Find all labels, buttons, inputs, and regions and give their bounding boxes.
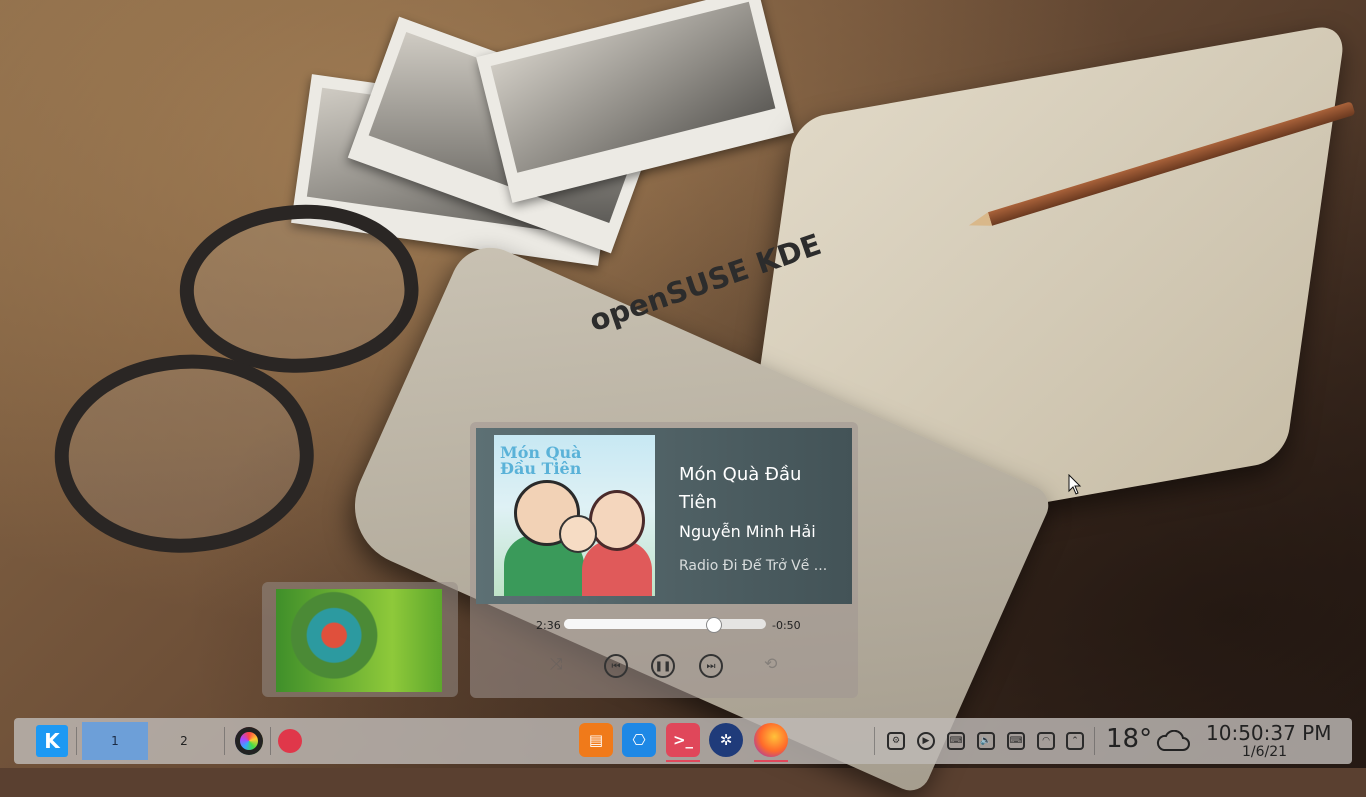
record-icon[interactable]	[278, 729, 302, 753]
chameleon-picture	[276, 589, 442, 692]
pager-desktop-2[interactable]: 2	[151, 722, 217, 760]
seek-bar-fill	[564, 619, 714, 629]
settings-wheel-icon[interactable]: ✲	[709, 723, 743, 757]
clock-time[interactable]: 10:50:37 PM	[1206, 721, 1332, 745]
active-task-indicator	[666, 760, 700, 762]
kde-launcher-icon[interactable]: K	[36, 725, 68, 757]
elapsed-time: 2:36	[536, 619, 561, 632]
weather-temperature[interactable]: 18°	[1106, 724, 1152, 754]
media-icon[interactable]: ▶	[917, 732, 935, 750]
album-art-title: Món Quà Đầu Tiên	[500, 443, 582, 478]
active-task-indicator	[754, 760, 788, 762]
previous-icon[interactable]: ⏮	[604, 654, 628, 678]
cloud-icon[interactable]	[1156, 730, 1190, 752]
taskbar: K 1 2 ▤ ⎔ >_ ✲ ⚙ ▶ ⌨ 🔈 ⌨ ◠ ⌃ 18° 10:50:3…	[14, 718, 1352, 764]
vpn-icon[interactable]: ⎔	[622, 723, 656, 757]
keyboard-icon[interactable]: ⌨	[947, 732, 965, 750]
color-picker-icon[interactable]	[235, 727, 263, 755]
pager-desktop-1[interactable]: 1	[82, 722, 148, 760]
track-artist: Nguyễn Minh Hải	[679, 522, 816, 541]
seek-handle[interactable]	[706, 617, 723, 633]
clock-date[interactable]: 1/6/21	[1242, 744, 1287, 760]
mouse-cursor-icon	[1068, 474, 1082, 495]
next-icon[interactable]: ⏭	[699, 654, 723, 678]
expand-icon[interactable]: ⌃	[1066, 732, 1084, 750]
keyboard-layout-icon[interactable]: ⌨	[1007, 732, 1025, 750]
volume-icon[interactable]: 🔈	[977, 732, 995, 750]
remaining-time: -0:50	[772, 619, 801, 632]
store-icon[interactable]: ▤	[579, 723, 613, 757]
shuffle-icon[interactable]: ⤨	[550, 654, 563, 674]
terminal-icon[interactable]: >_	[666, 723, 700, 757]
now-playing-card: Món Quà Đầu Tiên Món Quà Đầu Tiên Nguyễn…	[476, 428, 852, 604]
track-album: Radio Đi Để Trở Về ...	[679, 558, 828, 574]
repeat-icon[interactable]: ⟲	[764, 654, 777, 673]
system-icon[interactable]: ⚙	[887, 732, 905, 750]
album-art: Món Quà Đầu Tiên	[494, 435, 655, 596]
pause-icon[interactable]: ❚❚	[651, 654, 675, 678]
picture-frame-widget[interactable]	[262, 582, 458, 697]
firefox-icon[interactable]	[754, 723, 788, 757]
seek-bar[interactable]	[564, 619, 766, 629]
media-player-widget: Món Quà Đầu Tiên Món Quà Đầu Tiên Nguyễn…	[470, 422, 858, 698]
track-title: Món Quà Đầu Tiên	[679, 464, 802, 513]
wifi-icon[interactable]: ◠	[1037, 732, 1055, 750]
